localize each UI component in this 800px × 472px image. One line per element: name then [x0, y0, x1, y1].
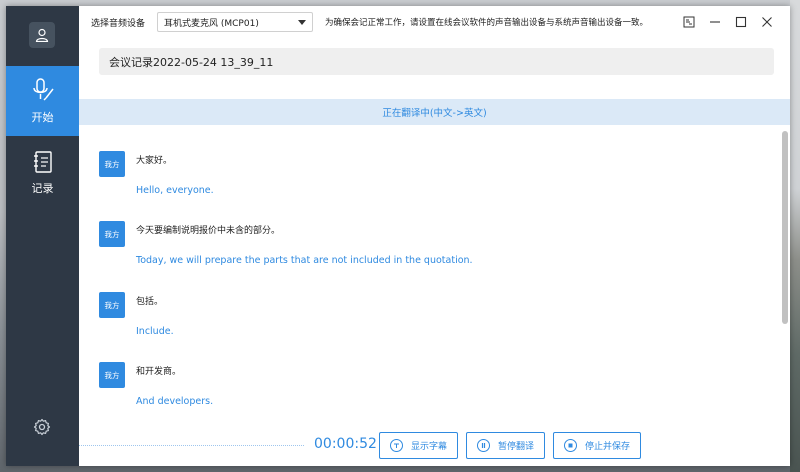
scrollbar-thumb[interactable]	[782, 131, 788, 324]
translation-status: 正在翻译中(中文->英文)	[79, 99, 790, 125]
notebook-icon	[33, 151, 52, 173]
speaker-badge: 我方	[99, 362, 125, 388]
audio-hint: 为确保会记正常工作，请设置在线会议软件的声音输出设备与系统声音输出设备一致。	[325, 18, 649, 28]
speaker-badge: 我方	[99, 292, 125, 318]
main-panel: 选择音频设备 耳机式麦克风 (MCP01) 为确保会记正常工作，请设置在线会议软…	[79, 6, 790, 466]
user-icon	[35, 28, 49, 42]
sidebar-item-label: 开始	[31, 111, 54, 124]
sidebar-item-label: 记录	[31, 182, 54, 195]
sidebar-item-start[interactable]: 开始	[6, 66, 79, 136]
progress-dotted-line	[79, 445, 304, 446]
translation-text: Hello, everyone.	[136, 185, 214, 196]
app-window: 开始 记录 选择音频设备 耳机式麦克风 (MCP01) 为确保会记正常工作，请设…	[6, 6, 790, 466]
source-text: 大家好。	[136, 156, 173, 166]
sidebar: 开始 记录	[6, 6, 79, 466]
pause-icon	[477, 439, 490, 452]
stop-save-button[interactable]: 停止并保存	[553, 432, 642, 459]
source-text: 包括。	[136, 297, 164, 307]
window-controls	[676, 12, 780, 32]
pause-translation-button[interactable]: 暂停翻译	[466, 432, 546, 459]
show-subtitles-button[interactable]: 显示字幕	[379, 432, 459, 459]
audio-device-value: 耳机式麦克风 (MCP01)	[164, 18, 259, 29]
settings-button[interactable]	[33, 418, 51, 436]
close-button[interactable]	[754, 12, 780, 32]
audio-device-select[interactable]: 耳机式麦克风 (MCP01)	[157, 12, 314, 32]
stop-icon	[564, 439, 577, 452]
translation-text: Today, we will prepare the parts that ar…	[136, 255, 473, 266]
avatar[interactable]	[29, 22, 55, 48]
source-text: 和开发商。	[136, 367, 182, 377]
source-text: 今天要编制说明报价中未含的部分。	[136, 226, 281, 236]
gear-icon	[33, 418, 51, 436]
device-label: 选择音频设备	[91, 18, 146, 29]
speaker-badge: 我方	[99, 151, 125, 177]
sidebar-item-records[interactable]: 记录	[6, 138, 79, 208]
minimize-button[interactable]	[702, 12, 728, 32]
mini-mode-button[interactable]	[676, 12, 702, 32]
stop-save-label: 停止并保存	[585, 442, 631, 452]
speaker-badge: 我方	[99, 221, 125, 247]
maximize-button[interactable]	[728, 12, 754, 32]
minimize-icon	[710, 21, 720, 23]
desktop-wallpaper	[790, 0, 800, 472]
mini-window-icon	[683, 16, 695, 28]
mic-pen-icon	[32, 78, 54, 101]
record-title-field[interactable]: 会议记录2022-05-24 13_39_11	[99, 48, 774, 75]
elapsed-timer: 00:00:52	[314, 436, 377, 452]
show-subtitles-label: 显示字幕	[411, 442, 448, 452]
translation-text: Include.	[136, 326, 174, 337]
subtitles-icon	[390, 439, 403, 452]
chevron-down-icon	[298, 19, 307, 25]
footer-controls: 00:00:52 显示字幕 暂停翻译 停止并保存	[79, 424, 790, 466]
maximize-icon	[735, 16, 747, 28]
transcript-list: 我方 大家好。 Hello, everyone. 我方 今天要编制说明报价中未含…	[79, 125, 790, 422]
close-icon	[762, 17, 772, 27]
pause-translation-label: 暂停翻译	[498, 442, 535, 452]
translation-text: And developers.	[136, 396, 214, 407]
